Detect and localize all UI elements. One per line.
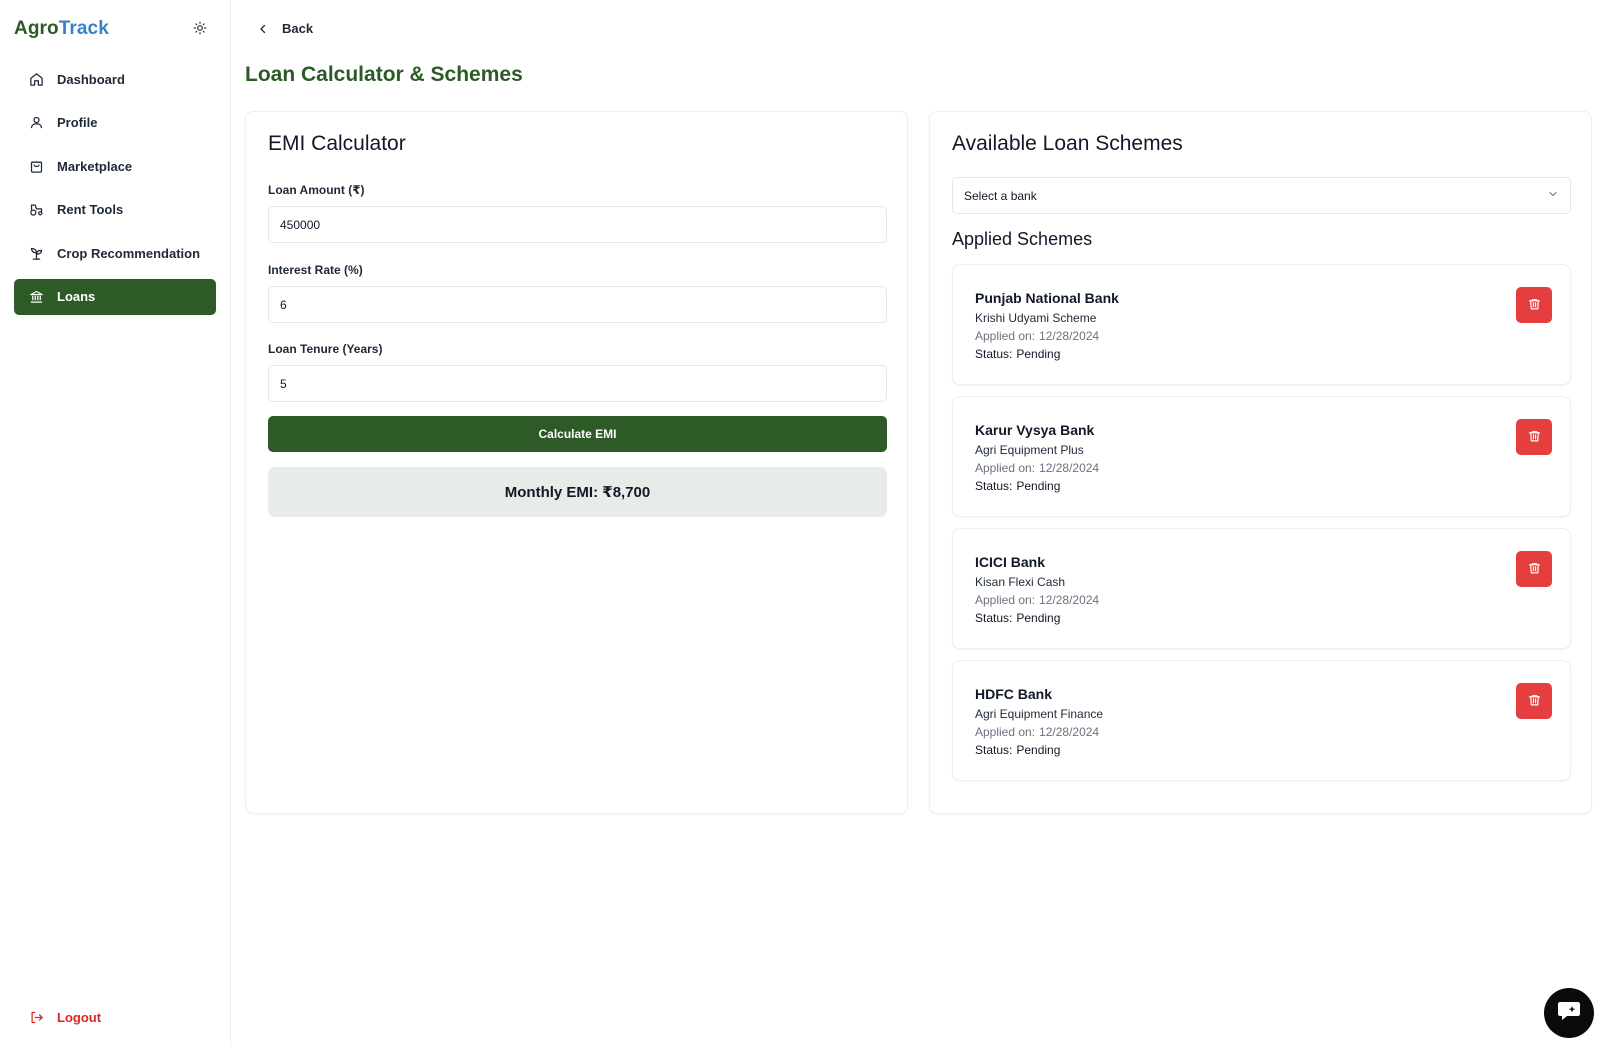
sprout-icon [28,245,44,261]
logout-label: Logout [57,1009,102,1025]
sidebar-item-crop-recommendation[interactable]: Crop Recommendation [14,235,216,271]
scheme-applied-date: Applied on: 12/28/2024 [975,461,1099,475]
chat-button[interactable] [1544,988,1594,1038]
delete-scheme-button[interactable] [1516,287,1552,323]
sidebar-item-label: Dashboard [57,71,125,87]
sidebar-item-label: Profile [57,115,98,130]
calculate-emi-button[interactable]: Calculate EMI [268,416,887,452]
sidebar-nav: Dashboard Profile Marketplace Rent Tools… [14,61,216,322]
status-value: Pending [1016,479,1061,493]
scheme-card: Punjab National Bank Krishi Udyami Scheme… [952,264,1571,385]
shopping-bag-icon [28,158,44,174]
trash-icon [1528,561,1541,578]
scheme-applied-date: Applied on: 12/28/2024 [975,725,1099,739]
status-value: Pending [1016,347,1061,361]
loan-tenure-input[interactable] [268,365,887,402]
sidebar-item-label: Loans [57,289,96,304]
available-schemes-title: Available Loan Schemes [952,132,1183,155]
applied-on-label: Applied on: [975,593,1036,607]
scheme-status: Status: Pending [975,347,1060,361]
interest-rate-input[interactable] [268,286,887,323]
home-icon [28,71,44,87]
scheme-status: Status: Pending [975,479,1060,493]
status-label: Status: [975,743,1013,757]
status-label: Status: [975,347,1013,361]
bank-select[interactable]: Select a bank [952,177,1571,214]
status-value: Pending [1016,743,1061,757]
emi-calculator-title: EMI Calculator [268,132,406,155]
scheme-card: ICICI Bank Kisan Flexi Cash Applied on: 12/… [952,528,1571,649]
interest-rate-label: Interest Rate (%) [268,263,363,277]
applied-date-value: 12/28/2024 [1039,593,1100,607]
sidebar-item-label: Crop Recommendation [57,245,201,261]
sidebar-item-label: Rent Tools [57,202,124,217]
applied-date-value: 12/28/2024 [1039,461,1100,475]
trash-icon [1528,693,1541,710]
monthly-emi-result: Monthly EMI: ₹8,700 [268,467,887,517]
app-logo[interactable]: AgroTrack [14,18,109,40]
scheme-card: Karur Vysya Bank Agri Equipment Plus Appli… [952,396,1571,517]
scheme-bank-name: ICICI Bank [975,554,1046,570]
scheme-applied-date: Applied on: 12/28/2024 [975,593,1099,607]
sidebar-item-loans[interactable]: Loans [14,278,216,315]
sidebar-item-rent-tools[interactable]: Rent Tools [14,192,216,228]
bank-select-value: Select a bank [964,188,1037,203]
chevron-down-icon [1547,188,1559,203]
sidebar-item-label: Marketplace [57,158,133,174]
trash-icon [1528,297,1541,314]
scheme-status: Status: Pending [975,611,1060,625]
scheme-name: Kisan Flexi Cash [975,575,1066,589]
status-label: Status: [975,479,1013,493]
applied-date-value: 12/28/2024 [1039,725,1100,739]
chevron-left-icon [256,22,270,36]
loan-tenure-label: Loan Tenure (Years) [268,342,383,356]
scheme-applied-date: Applied on: 12/28/2024 [975,329,1099,343]
scheme-name: Krishi Udyami Scheme [975,311,1097,325]
sidebar-item-profile[interactable]: Profile [14,105,216,141]
delete-scheme-button[interactable] [1516,683,1552,719]
scheme-bank-name: HDFC Bank [975,686,1053,702]
scheme-card: HDFC Bank Agri Equipment Finance Applied o… [952,660,1571,781]
back-label: Back [282,21,314,36]
applied-schemes-title: Applied Schemes [952,229,1093,249]
loan-schemes-card: Available Loan Schemes Select a bank App… [929,111,1592,814]
applied-date-value: 12/28/2024 [1039,329,1100,343]
emi-calculator-card: EMI Calculator Loan Amount (₹) Interest … [245,111,908,814]
logout-icon [28,1009,44,1025]
scheme-name: Agri Equipment Finance [975,707,1104,721]
theme-toggle-button[interactable] [190,20,210,40]
page-title: Loan Calculator & Schemes [245,63,523,86]
scheme-name: Agri Equipment Plus [975,443,1084,457]
applied-on-label: Applied on: [975,725,1036,739]
delete-scheme-button[interactable] [1516,419,1552,455]
tractor-icon [28,202,44,218]
applied-on-label: Applied on: [975,329,1036,343]
brand-part-2: Track [58,18,109,39]
loan-amount-label: Loan Amount (₹) [268,183,365,197]
scheme-bank-name: Punjab National Bank [975,290,1119,306]
applied-on-label: Applied on: [975,461,1036,475]
bank-icon [28,289,44,305]
status-value: Pending [1016,611,1061,625]
scheme-bank-name: Karur Vysya Bank [975,422,1095,438]
sidebar-item-marketplace[interactable]: Marketplace [14,148,216,184]
trash-icon [1528,429,1541,446]
scheme-status: Status: Pending [975,743,1060,757]
logout-button[interactable]: Logout [28,1009,101,1025]
user-icon [28,115,44,131]
chat-bubble-icon [1556,999,1582,1028]
sidebar-item-dashboard[interactable]: Dashboard [14,61,216,97]
sun-icon [193,21,207,40]
brand-part-1: Agro [14,18,59,39]
loan-amount-input[interactable] [268,206,887,243]
delete-scheme-button[interactable] [1516,551,1552,587]
status-label: Status: [975,611,1013,625]
back-button[interactable]: Back [256,21,313,36]
sidebar: AgroTrack Dashboard Profile Marketplace … [0,0,231,1046]
